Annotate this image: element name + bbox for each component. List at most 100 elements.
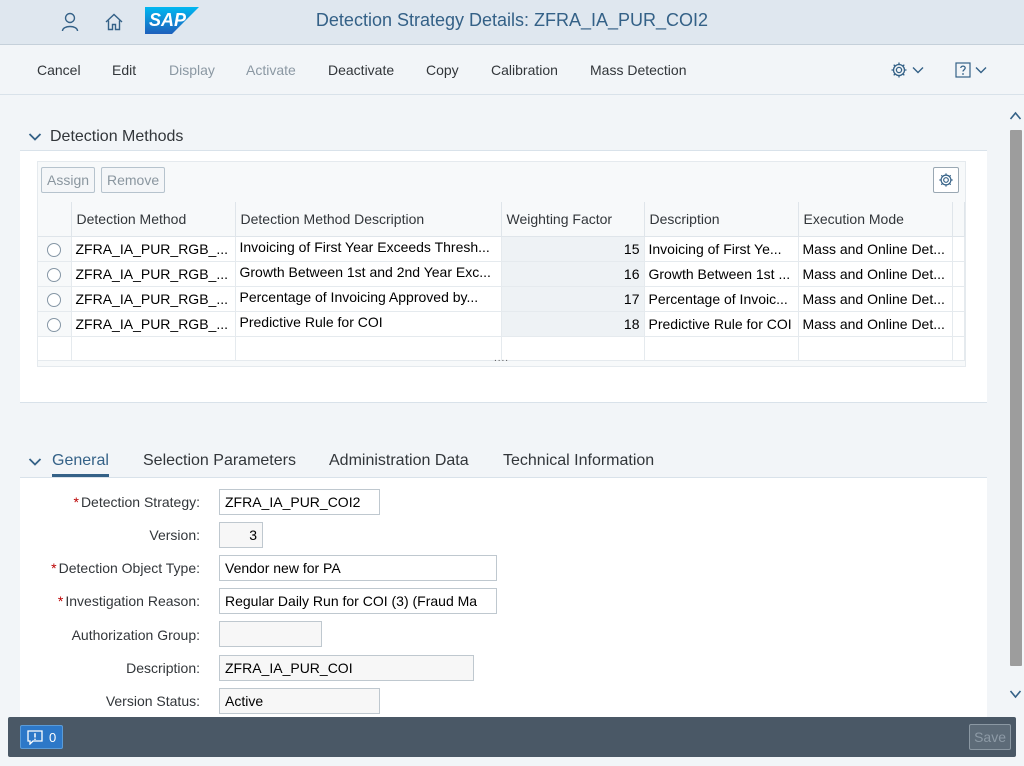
detection-methods-panel: Assign Remove Detection Method Detection… bbox=[20, 150, 987, 403]
detection-object-type-field[interactable]: Vendor new for PA bbox=[219, 555, 497, 581]
tab-administration-data[interactable]: Administration Data bbox=[329, 452, 469, 470]
col-header-spacer bbox=[952, 202, 965, 237]
calibration-button[interactable]: Calibration bbox=[491, 62, 558, 78]
detection-methods-header[interactable]: Detection Methods bbox=[28, 128, 183, 146]
radio-button[interactable] bbox=[47, 267, 62, 282]
scroll-down-icon[interactable] bbox=[1009, 687, 1022, 701]
table-row[interactable]: ZFRA_IA_PUR_RGB_... Predictive Rule for … bbox=[38, 311, 965, 337]
cell-spacer bbox=[952, 286, 965, 312]
cell-method-description: Predictive Rule for COI bbox=[235, 311, 502, 337]
tab-technical-information[interactable]: Technical Information bbox=[503, 452, 654, 470]
select-all-header[interactable] bbox=[38, 202, 72, 237]
version-field[interactable]: 3 bbox=[219, 522, 263, 548]
investigation-reason-label: * Investigation Reason: bbox=[58, 593, 200, 609]
col-header-detection-method[interactable]: Detection Method bbox=[71, 202, 236, 237]
detection-strategy-field[interactable]: ZFRA_IA_PUR_COI2 bbox=[219, 489, 380, 515]
cell-detection-method: ZFRA_IA_PUR_RGB_... bbox=[71, 311, 236, 337]
tab-selection-parameters[interactable]: Selection Parameters bbox=[143, 452, 296, 470]
shell-header: SAP Detection Strategy Details: ZFRA_IA_… bbox=[0, 0, 1024, 45]
gear-icon bbox=[891, 62, 907, 78]
required-mark: * bbox=[73, 494, 79, 510]
cell-detection-method: ZFRA_IA_PUR_RGB_... bbox=[71, 261, 236, 287]
table-row[interactable]: ZFRA_IA_PUR_RGB_... Growth Between 1st a… bbox=[38, 261, 965, 287]
message-count: 0 bbox=[49, 729, 57, 745]
cancel-button[interactable]: Cancel bbox=[37, 62, 81, 78]
messages-button[interactable]: 0 bbox=[20, 725, 64, 749]
cell-description: Predictive Rule for COI bbox=[644, 311, 799, 337]
cell-description: Invoicing of First Ye... bbox=[644, 236, 799, 262]
col-header-description[interactable]: Description bbox=[644, 202, 799, 237]
chevron-down-icon bbox=[912, 67, 924, 74]
cell-execution-mode: Mass and Online Det... bbox=[798, 311, 953, 337]
col-header-method-description[interactable]: Detection Method Description bbox=[235, 202, 502, 237]
section-title: Detection Methods bbox=[50, 128, 184, 145]
cell-execution-mode: Mass and Online Det... bbox=[798, 236, 953, 262]
copy-button[interactable]: Copy bbox=[426, 62, 459, 78]
label-text: Detection Strategy: bbox=[80, 494, 200, 510]
cell-description: Growth Between 1st ... bbox=[644, 261, 799, 287]
authorization-group-label: Authorization Group: bbox=[71, 627, 200, 643]
message-popup-icon bbox=[27, 729, 43, 745]
scrollbar-thumb[interactable] bbox=[1010, 130, 1022, 666]
radio-button[interactable] bbox=[47, 242, 62, 257]
investigation-reason-field[interactable]: Regular Daily Run for COI (3) (Fraud Ma bbox=[219, 588, 497, 614]
version-status-field[interactable]: Active bbox=[219, 688, 380, 714]
col-header-execution-mode[interactable]: Execution Mode bbox=[798, 202, 953, 237]
user-icon[interactable] bbox=[56, 8, 84, 36]
radio-button[interactable] bbox=[47, 317, 62, 332]
help-menu-button[interactable] bbox=[955, 60, 987, 80]
deactivate-button[interactable]: Deactivate bbox=[328, 62, 394, 78]
table-settings-button[interactable] bbox=[933, 167, 959, 193]
remove-button[interactable]: Remove bbox=[101, 167, 166, 193]
table-header-row: Detection Method Detection Method Descri… bbox=[38, 202, 965, 237]
cell-execution-mode: Mass and Online Det... bbox=[798, 261, 953, 287]
col-header-weighting-factor[interactable]: Weighting Factor bbox=[501, 202, 645, 237]
action-toolbar: Cancel Edit Display Activate Deactivate … bbox=[0, 46, 1024, 95]
edit-button[interactable]: Edit bbox=[112, 62, 136, 78]
chevron-down-icon bbox=[975, 67, 987, 74]
radio-button[interactable] bbox=[47, 292, 62, 307]
cell-method-description: Growth Between 1st and 2nd Year Exc... bbox=[235, 261, 502, 287]
cell-spacer bbox=[952, 236, 965, 262]
cell-detection-method: ZFRA_IA_PUR_RGB_... bbox=[71, 286, 236, 312]
version-status-label: Version Status: bbox=[105, 693, 200, 709]
cell-spacer bbox=[952, 311, 965, 337]
detection-object-type-label: * Detection Object Type: bbox=[51, 560, 200, 576]
sap-logo[interactable]: SAP bbox=[145, 7, 199, 34]
required-mark: * bbox=[57, 593, 64, 609]
table-row[interactable]: ZFRA_IA_PUR_RGB_... Percentage of Invoic… bbox=[38, 286, 965, 312]
cell-weighting-factor: 17 bbox=[501, 286, 645, 312]
mass-detection-button[interactable]: Mass Detection bbox=[590, 62, 686, 78]
settings-menu-button[interactable] bbox=[890, 60, 924, 80]
detection-methods-table: Assign Remove Detection Method Detection… bbox=[37, 161, 966, 367]
assign-button[interactable]: Assign bbox=[41, 167, 96, 193]
cell-spacer bbox=[952, 261, 965, 287]
table-resize-handle[interactable]: .... bbox=[38, 354, 965, 366]
save-button[interactable]: Save bbox=[969, 724, 1011, 750]
version-label: Version: bbox=[149, 527, 200, 543]
row-selector[interactable] bbox=[38, 286, 72, 312]
detail-tabs: General Selection Parameters Administrat… bbox=[20, 445, 987, 478]
row-selector[interactable] bbox=[38, 261, 72, 287]
home-icon[interactable] bbox=[100, 8, 128, 36]
table-row[interactable]: ZFRA_IA_PUR_RGB_... Invoicing of First Y… bbox=[38, 236, 965, 262]
vertical-scrollbar[interactable] bbox=[1007, 104, 1024, 704]
row-selector[interactable] bbox=[38, 311, 72, 337]
cell-method-description: Percentage of Invoicing Approved by... bbox=[235, 286, 502, 312]
help-icon bbox=[955, 62, 971, 78]
detection-strategy-label: * Detection Strategy: bbox=[73, 494, 200, 510]
detection-methods-grid: Detection Method Detection Method Descri… bbox=[38, 202, 965, 361]
activate-button[interactable]: Activate bbox=[246, 62, 296, 78]
tab-general[interactable]: General bbox=[52, 452, 109, 477]
general-form: * Detection Strategy: ZFRA_IA_PUR_COI2 Ve… bbox=[20, 478, 987, 718]
cell-description: Percentage of Invoic... bbox=[644, 286, 799, 312]
cell-detection-method: ZFRA_IA_PUR_RGB_... bbox=[71, 236, 236, 262]
display-button[interactable]: Display bbox=[169, 62, 215, 78]
scroll-up-icon[interactable] bbox=[1009, 109, 1022, 123]
chevron-down-icon[interactable] bbox=[28, 455, 42, 469]
cell-weighting-factor: 16 bbox=[501, 261, 645, 287]
footer-bar: 0 Save bbox=[8, 717, 1016, 757]
authorization-group-field[interactable] bbox=[219, 621, 322, 647]
row-selector[interactable] bbox=[38, 236, 72, 262]
description-field[interactable]: ZFRA_IA_PUR_COI bbox=[219, 655, 474, 681]
